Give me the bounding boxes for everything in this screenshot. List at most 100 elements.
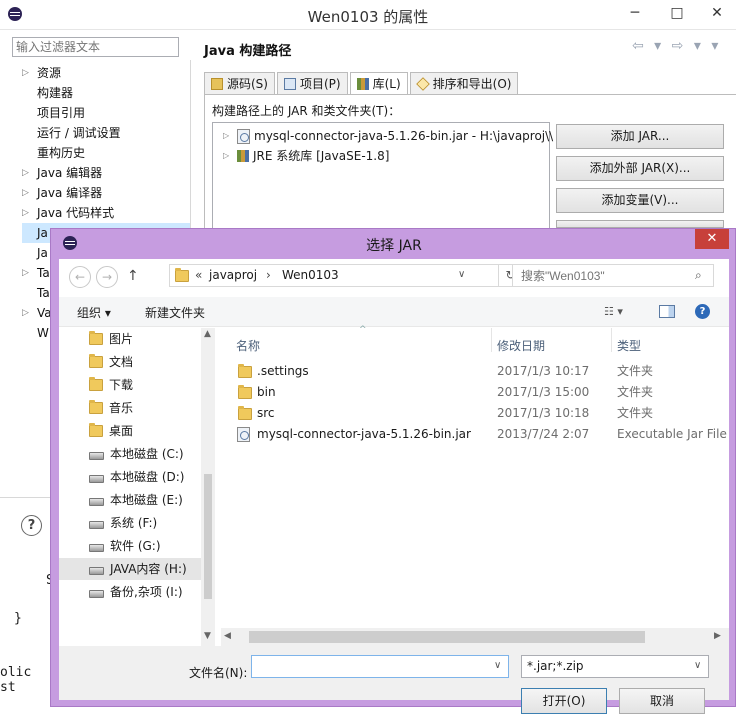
tab-projects[interactable]: 项目(P) [276,72,348,94]
address-row: ← → ↑ « javaproj › Wen0103 ∨ ↻ ⌕ [59,259,729,297]
build-path-list[interactable]: ▷ mysql-connector-java-5.1.26-bin.jar - … [212,122,553,232]
expand-caret-icon[interactable]: ▷ [22,63,34,83]
drive-icon [89,566,104,575]
expand-caret-icon[interactable]: ▷ [223,147,233,165]
add-external-jar-button[interactable]: 添加外部 JAR(X)... [556,156,724,181]
scroll-down-icon[interactable]: ▼ [204,631,211,641]
file-row[interactable]: mysql-connector-java-5.1.26-bin.jar 2013… [221,424,729,445]
forward-button[interactable]: → [96,266,118,288]
nav-item-builders[interactable]: 构建器 [22,83,190,103]
help-icon[interactable]: ? [21,515,42,536]
file-list: ^ 名称 修改日期 类型 .settings 2017/1/3 10:17 文件… [221,325,729,646]
new-folder-button[interactable]: 新建文件夹 [145,304,205,321]
jar-file-icon [237,128,250,144]
nav-drive-c[interactable]: 本地磁盘 (C:) [89,443,219,465]
section-title: Java 构建路径 [204,44,292,59]
folder-icon [238,385,252,399]
file-type: Executable Jar File [617,427,727,441]
file-row[interactable]: .settings 2017/1/3 10:17 文件夹 [221,361,729,382]
tab-libraries[interactable]: 库(L) [349,72,408,95]
folder-icon [89,331,103,345]
expand-caret-icon[interactable]: ▷ [22,163,34,183]
file-name: mysql-connector-java-5.1.26-bin.jar [257,427,471,441]
breadcrumb-wen0103[interactable]: Wen0103 [282,268,339,282]
filter-input[interactable] [12,37,179,57]
file-date: 2017/1/3 10:18 [497,406,590,420]
up-button[interactable]: ↑ [127,268,139,284]
nav-item-java-editor[interactable]: ▷ Java 编辑器 [22,163,190,183]
nav-drive-h[interactable]: JAVA内容 (H:) [59,558,215,580]
nav-pictures[interactable]: 图片 [89,328,219,350]
nav-drive-f[interactable]: 系统 (F:) [89,512,219,534]
scroll-left-icon[interactable]: ◀ [224,631,231,641]
view-mode-icon[interactable]: ☷ ▾ [604,305,634,318]
folder-icon [89,354,103,368]
command-bar: 组织 ▾ 新建文件夹 ☷ ▾ ? [59,297,729,327]
open-button[interactable]: 打开(O) [521,688,607,714]
close-button[interactable]: ✕ [702,5,732,21]
file-row[interactable]: bin 2017/1/3 15:00 文件夹 [221,382,729,403]
expand-caret-icon[interactable]: ▷ [22,303,34,323]
tab-order-export[interactable]: 排序和导出(O) [409,72,519,94]
add-variable-button[interactable]: 添加变量(V)... [556,188,724,213]
help-icon[interactable]: ? [695,304,710,319]
list-item[interactable]: ▷ JRE 系统库 [JavaSE-1.8] [223,147,389,165]
nav-item-refactoring-history[interactable]: 重构历史 [22,143,190,163]
nav-drive-i[interactable]: 备份,杂项 (I:) [89,581,219,603]
code-editor-fragment: S } olic st [0,560,54,707]
tab-source[interactable]: 源码(S) [204,72,275,94]
file-row[interactable]: src 2017/1/3 10:18 文件夹 [221,403,729,424]
expand-caret-icon[interactable]: ▷ [22,183,34,203]
column-divider[interactable] [611,328,612,352]
search-input[interactable] [512,264,714,287]
cancel-button[interactable]: 取消 [619,688,705,714]
preview-pane-icon[interactable] [659,305,675,318]
nav-desktop[interactable]: 桌面 [89,420,219,442]
file-name: .settings [257,364,309,378]
column-header-type[interactable]: 类型 [617,337,641,354]
nav-music[interactable]: 音乐 [89,397,219,419]
navigation-scroll-thumb[interactable] [204,474,212,599]
panel-label: 构建路径上的 JAR 和类文件夹(T)： [212,104,401,118]
address-bar[interactable]: « javaproj › Wen0103 ∨ [169,264,499,287]
file-date: 2013/7/24 2:07 [497,427,590,441]
nav-downloads[interactable]: 下载 [89,374,219,396]
back-button[interactable]: ← [69,266,91,288]
nav-item-resource[interactable]: ▷ 资源 [22,63,190,83]
maximize-button[interactable]: □ [662,5,692,21]
filetype-select[interactable]: *.jar;*.zip ∨ [521,655,709,678]
chevron-down-icon[interactable]: ∨ [494,660,501,671]
folder-icon [89,400,103,414]
minimize-button[interactable]: ─ [620,5,650,21]
dialog-close-button[interactable]: ✕ [695,229,729,249]
add-jar-button[interactable]: 添加 JAR... [556,124,724,149]
expand-caret-icon[interactable]: ▷ [22,263,34,283]
nav-drive-e[interactable]: 本地磁盘 (E:) [89,489,219,511]
column-divider[interactable] [491,328,492,352]
list-item[interactable]: ▷ mysql-connector-java-5.1.26-bin.jar - … [223,127,553,145]
next-button-partial[interactable] [556,220,724,228]
column-header-name[interactable]: 名称 [236,337,260,354]
filename-input[interactable] [251,655,509,678]
history-nav-arrows-icon[interactable]: ⇦ ▾ ⇨ ▾ ▾ [632,38,721,54]
folder-icon [175,268,189,282]
nav-drive-g[interactable]: 软件 (G:) [89,535,219,557]
chevron-down-icon[interactable]: ∨ [694,660,701,671]
nav-documents[interactable]: 文档 [89,351,219,373]
expand-caret-icon[interactable]: ▷ [22,203,34,223]
file-type: 文件夹 [617,385,654,399]
breadcrumb-javaproj[interactable]: javaproj [209,268,257,282]
file-list-scroll-thumb[interactable] [249,631,645,643]
nav-item-java-compiler[interactable]: ▷ Java 编译器 [22,183,190,203]
scroll-up-icon[interactable]: ▲ [204,329,211,339]
chevron-down-icon[interactable]: ∨ [458,269,465,280]
nav-drive-d[interactable]: 本地磁盘 (D:) [89,466,219,488]
code-line: olic st [0,665,32,695]
expand-caret-icon[interactable]: ▷ [223,127,233,145]
column-header-date[interactable]: 修改日期 [497,337,545,354]
nav-item-project-references[interactable]: 项目引用 [22,103,190,123]
nav-item-java-code-style[interactable]: ▷ Java 代码样式 [22,203,190,223]
scroll-right-icon[interactable]: ▶ [714,631,721,641]
organize-menu[interactable]: 组织 ▾ [77,304,111,321]
nav-item-run-debug[interactable]: 运行 / 调试设置 [22,123,190,143]
